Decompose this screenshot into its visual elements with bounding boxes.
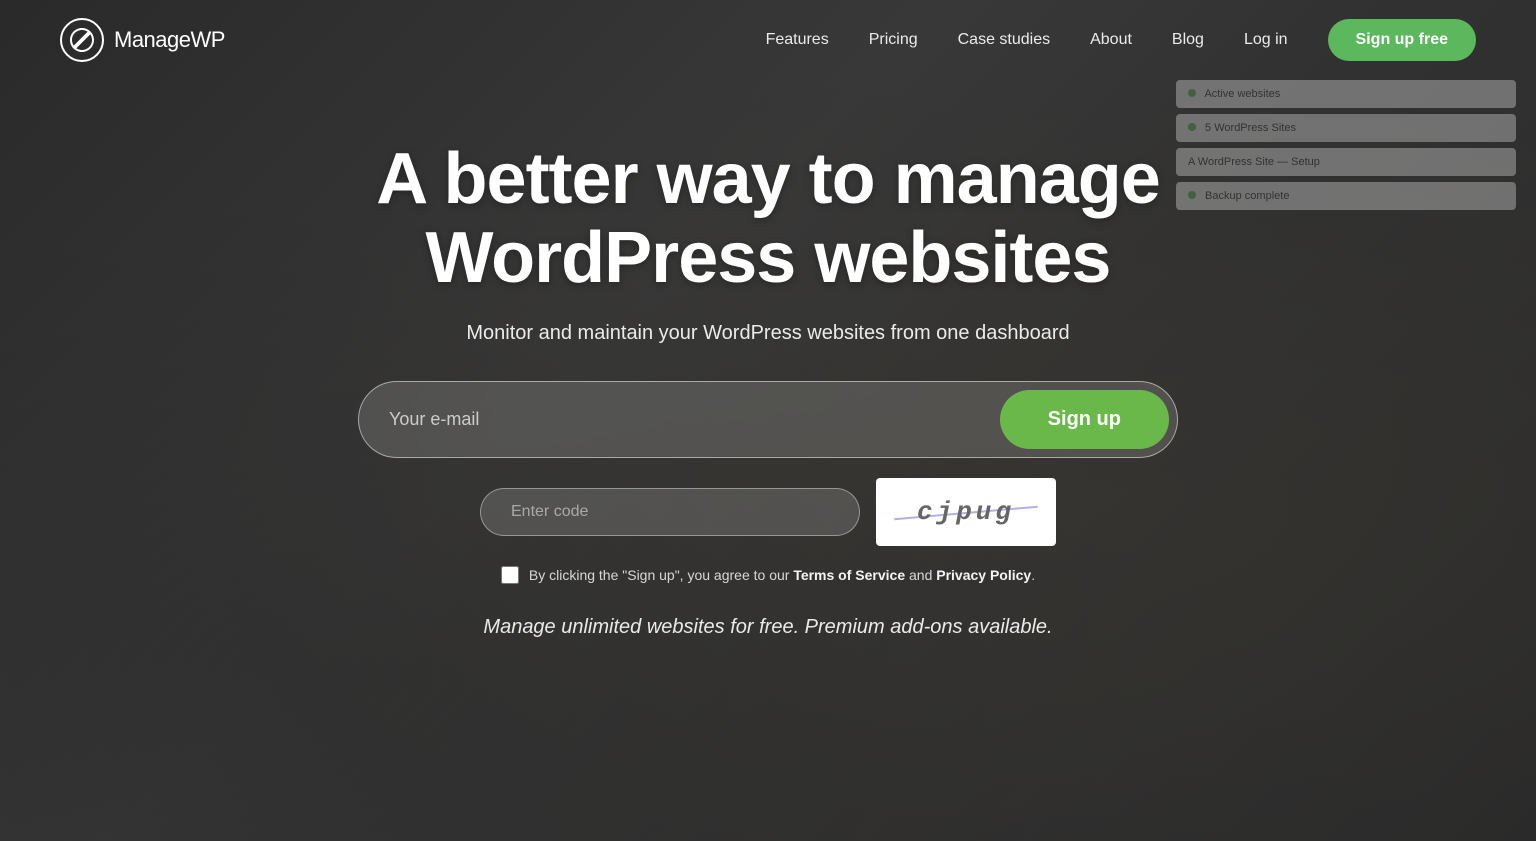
terms-text: By clicking the "Sign up", you agree to … <box>529 567 1035 583</box>
hero-section: A better way to manage WordPress website… <box>0 80 1536 639</box>
nav-link-pricing[interactable]: Pricing <box>869 31 918 49</box>
hero-title: A better way to manage WordPress website… <box>318 140 1218 298</box>
terms-row: By clicking the "Sign up", you agree to … <box>501 566 1035 584</box>
nav-link-login[interactable]: Log in <box>1244 31 1288 49</box>
nav-link-about[interactable]: About <box>1090 31 1132 49</box>
nav-link-case-studies[interactable]: Case studies <box>958 31 1051 49</box>
nav-link-features[interactable]: Features <box>766 31 829 49</box>
email-form: Sign up <box>358 381 1178 458</box>
nav-link-blog[interactable]: Blog <box>1172 31 1204 49</box>
hero-subtitle: Monitor and maintain your WordPress webs… <box>466 322 1069 345</box>
tagline: Manage unlimited websites for free. Prem… <box>483 616 1052 639</box>
captcha-row: cjpug <box>480 478 1056 546</box>
navbar: ManageWP Features Pricing Case studies A… <box>0 0 1536 80</box>
captcha-input[interactable] <box>480 488 860 536</box>
logo-link[interactable]: ManageWP <box>60 18 225 62</box>
logo-text: ManageWP <box>114 27 225 53</box>
signup-button[interactable]: Sign up <box>1000 390 1169 449</box>
nav-signup-button[interactable]: Sign up free <box>1328 19 1476 61</box>
terms-checkbox[interactable] <box>501 566 519 584</box>
privacy-policy-link[interactable]: Privacy Policy <box>936 567 1031 583</box>
email-input[interactable] <box>389 409 1000 430</box>
logo-svg <box>68 26 96 54</box>
nav-links: Features Pricing Case studies About Blog… <box>766 19 1476 61</box>
logo-icon <box>60 18 104 62</box>
captcha-text: cjpug <box>917 497 1015 527</box>
captcha-image: cjpug <box>876 478 1056 546</box>
terms-of-service-link[interactable]: Terms of Service <box>793 567 905 583</box>
